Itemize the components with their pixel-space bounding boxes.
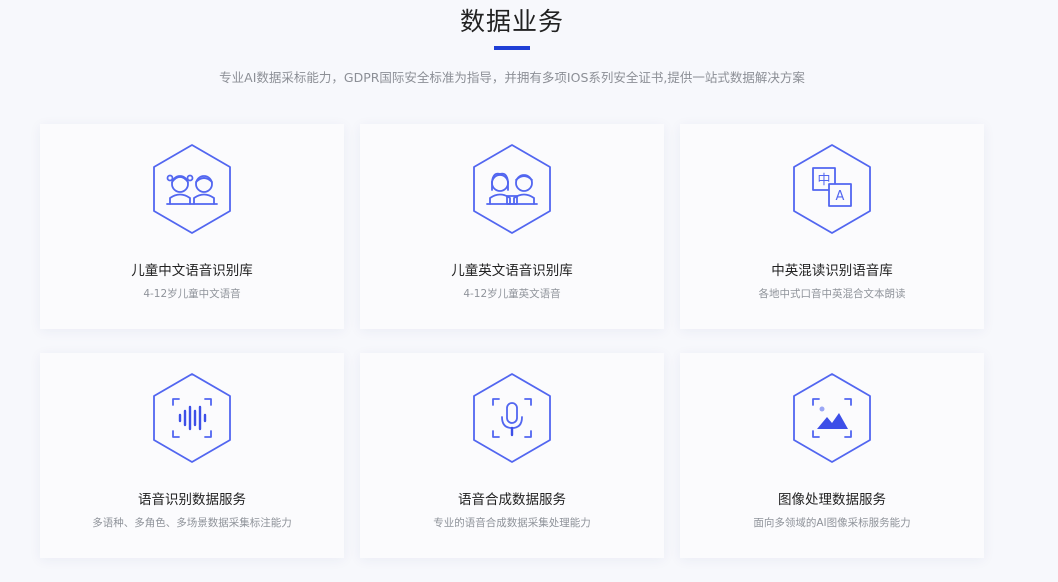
service-title: 语音合成数据服务 bbox=[458, 492, 566, 508]
service-card-mixed-reading[interactable]: 中 A 中英混读识别语音库 各地中式口音中英混合文本朗读 bbox=[680, 124, 984, 329]
microphone-icon bbox=[473, 373, 551, 463]
translate-cn-glyph: 中 bbox=[817, 173, 830, 188]
service-title: 儿童中文语音识别库 bbox=[131, 263, 253, 279]
service-card-image-processing[interactable]: 图像处理数据服务 面向多领域的AI图像采标服务能力 bbox=[680, 353, 984, 558]
translate-icon: 中 A bbox=[793, 144, 871, 234]
service-card-children-chinese[interactable]: 儿童中文语音识别库 4-12岁儿童中文语音 bbox=[40, 124, 344, 329]
children-chinese-icon bbox=[153, 144, 231, 234]
sound-wave-icon bbox=[153, 373, 231, 463]
service-desc: 多语种、多角色、多场景数据采集标注能力 bbox=[92, 517, 292, 529]
service-desc: 面向多领域的AI图像采标服务能力 bbox=[753, 517, 911, 529]
service-title: 语音识别数据服务 bbox=[138, 492, 246, 508]
service-desc: 4-12岁儿童英文语音 bbox=[463, 288, 561, 300]
service-title: 儿童英文语音识别库 bbox=[451, 263, 573, 279]
service-desc: 4-12岁儿童中文语音 bbox=[143, 288, 241, 300]
children-english-icon bbox=[473, 144, 551, 234]
section-subtitle: 专业AI数据采标能力，GDPR国际安全标准为指导，并拥有多项IOS系列安全证书,… bbox=[219, 70, 805, 85]
service-card-speech-synthesis[interactable]: 语音合成数据服务 专业的语音合成数据采集处理能力 bbox=[360, 353, 664, 558]
service-card-speech-recognition[interactable]: 语音识别数据服务 多语种、多角色、多场景数据采集标注能力 bbox=[40, 353, 344, 558]
service-desc: 各地中式口音中英混合文本朗读 bbox=[758, 288, 906, 300]
service-title: 图像处理数据服务 bbox=[778, 492, 886, 508]
service-card-children-english[interactable]: 儿童英文语音识别库 4-12岁儿童英文语音 bbox=[360, 124, 664, 329]
image-icon bbox=[793, 373, 871, 463]
services-grid: 儿童中文语音识别库 4-12岁儿童中文语音 儿童英文语音识别库 4-12岁儿童英… bbox=[40, 124, 984, 558]
service-title: 中英混读识别语音库 bbox=[771, 263, 893, 279]
title-underline bbox=[494, 46, 530, 50]
section-title: 数据业务 bbox=[459, 7, 564, 36]
translate-en-glyph: A bbox=[836, 189, 845, 204]
service-desc: 专业的语音合成数据采集处理能力 bbox=[433, 517, 591, 529]
